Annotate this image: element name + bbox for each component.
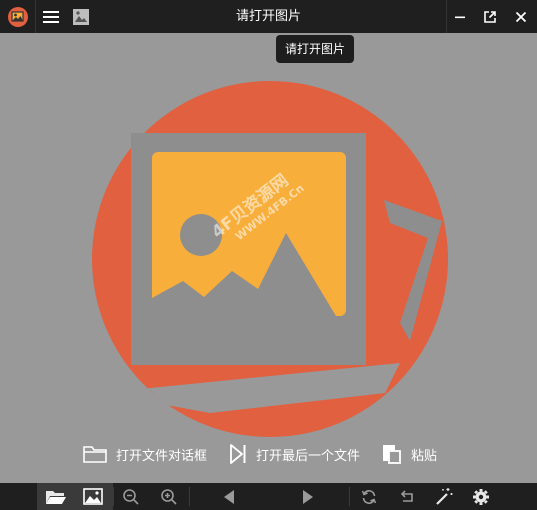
gear-icon xyxy=(473,488,489,505)
rotate-button[interactable] xyxy=(350,483,388,510)
magic-wand-icon xyxy=(436,487,453,505)
hamburger-icon xyxy=(43,10,59,23)
app-logo-icon[interactable] xyxy=(2,0,34,33)
image-icon xyxy=(83,487,103,505)
close-button[interactable] xyxy=(505,0,537,33)
open-image-button[interactable] xyxy=(75,483,113,510)
next-image-button[interactable] xyxy=(289,483,327,510)
start-actions: 打开文件对话框 打开最后一个文件 粘贴 xyxy=(0,438,537,470)
previous-icon xyxy=(224,489,234,504)
undo-icon xyxy=(400,489,413,502)
zoom-in-button[interactable] xyxy=(150,483,188,510)
gallery-button[interactable] xyxy=(65,0,97,33)
zoom-out-button[interactable] xyxy=(112,483,150,510)
title-bar: 请打开图片 xyxy=(0,0,537,33)
auto-enhance-button[interactable] xyxy=(425,483,463,510)
last-file-icon xyxy=(228,443,248,465)
open-file-dialog-link[interactable]: 打开文件对话框 xyxy=(82,438,207,470)
paste-label: 粘贴 xyxy=(411,448,438,464)
open-file-dialog-label: 打开文件对话框 xyxy=(116,448,208,464)
paste-link[interactable]: 粘贴 xyxy=(381,438,437,470)
minimize-button[interactable] xyxy=(444,0,476,33)
image-canvas[interactable]: 4F贝资源网 WWW.4FB.Cn xyxy=(0,33,537,483)
open-folder-icon xyxy=(46,490,66,504)
previous-image-button[interactable] xyxy=(210,483,248,510)
bottom-toolbar xyxy=(0,483,537,510)
rotate-icon xyxy=(361,489,377,504)
zoom-out-icon xyxy=(123,488,139,505)
gallery-icon xyxy=(73,8,89,25)
next-icon xyxy=(303,489,313,504)
open-folder-button[interactable] xyxy=(37,483,75,510)
minimize-icon xyxy=(455,16,465,18)
open-last-file-label: 打开最后一个文件 xyxy=(256,448,361,464)
paste-icon xyxy=(381,443,403,465)
zoom-in-icon xyxy=(161,488,177,505)
close-icon xyxy=(515,11,527,22)
open-external-icon xyxy=(484,10,496,23)
settings-button[interactable] xyxy=(462,483,500,510)
folder-icon xyxy=(82,443,108,465)
maximize-button[interactable] xyxy=(474,0,506,33)
undo-button[interactable] xyxy=(388,483,426,510)
open-last-file-link[interactable]: 打开最后一个文件 xyxy=(228,438,360,470)
menu-button[interactable] xyxy=(35,0,67,33)
placeholder-image-logo xyxy=(92,81,448,437)
